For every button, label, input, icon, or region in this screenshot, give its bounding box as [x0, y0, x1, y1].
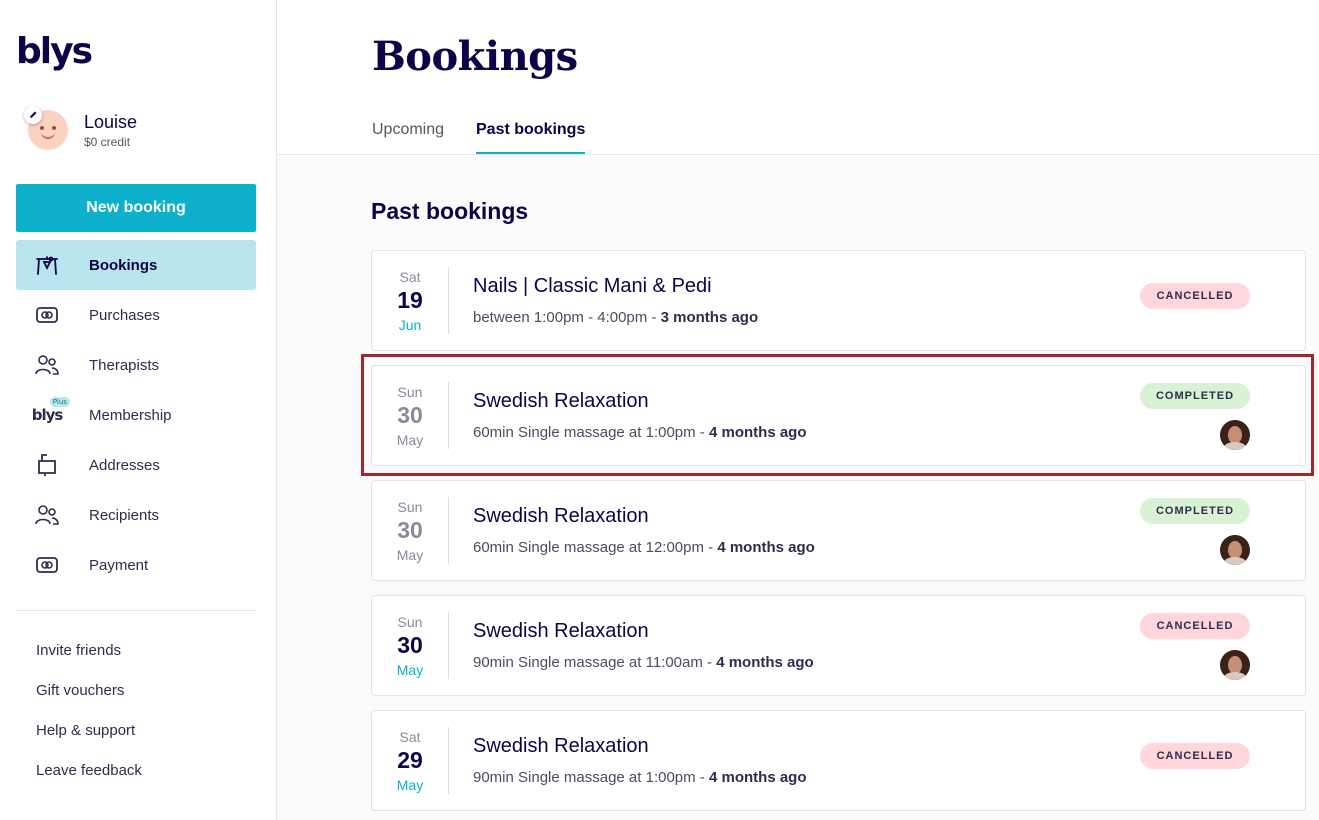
therapist-avatar[interactable]	[1220, 420, 1250, 450]
user-profile[interactable]: Louise $0 credit	[24, 106, 264, 152]
booking-weekday: Sat	[399, 729, 421, 745]
purchases-icon	[34, 302, 60, 328]
booking-month: May	[396, 662, 424, 678]
main-content: Bookings Upcoming Past bookings Past boo…	[277, 0, 1319, 820]
blys-plus-logo-text: blys	[31, 406, 64, 424]
date-separator	[448, 612, 449, 679]
booking-ago: 4 months ago	[716, 654, 814, 671]
booking-date: Sun 30 May	[372, 596, 448, 695]
booking-weekday: Sun	[397, 614, 423, 630]
booking-weekday: Sun	[397, 384, 423, 400]
booking-date: Sat 19 Jun	[372, 251, 448, 350]
new-booking-button[interactable]: New booking	[16, 184, 256, 232]
booking-day: 30	[397, 517, 423, 543]
sidebar-item-payment[interactable]: Payment	[16, 540, 256, 590]
booking-date: Sun 30 May	[372, 481, 448, 580]
booking-date: Sat 29 May	[372, 711, 448, 810]
sidebar-footer-links: Invite friends Gift vouchers Help & supp…	[36, 640, 142, 800]
booking-month: Jun	[398, 317, 422, 333]
bookings-content: Past bookings Sat 19 Jun Nails | Classic…	[277, 156, 1319, 820]
invite-friends-link[interactable]: Invite friends	[36, 640, 142, 680]
tab-upcoming[interactable]: Upcoming	[372, 121, 444, 154]
booking-title: Swedish Relaxation	[473, 735, 649, 757]
sidebar-item-bookings[interactable]: Bookings	[16, 240, 256, 290]
date-separator	[448, 727, 449, 794]
booking-month: May	[396, 777, 424, 793]
status-badge: COMPLETED	[1140, 383, 1250, 409]
booking-month: May	[396, 432, 424, 448]
status-badge: COMPLETED	[1140, 498, 1250, 524]
booking-detail: 60min Single massage at 1:00pm - 4 month…	[473, 424, 807, 441]
sidebar-item-label: Purchases	[89, 306, 160, 324]
section-title: Past bookings	[371, 198, 529, 224]
booking-date: Sun 30 May	[372, 366, 448, 465]
blys-logo[interactable]: blys	[16, 30, 93, 74]
booking-card[interactable]: Sat 19 Jun Nails | Classic Mani & Pedi b…	[371, 250, 1306, 351]
booking-card[interactable]: Sat 29 May Swedish Relaxation 90min Sing…	[371, 710, 1306, 811]
booking-day: 30	[397, 402, 423, 428]
gift-vouchers-link[interactable]: Gift vouchers	[36, 680, 142, 720]
sidebar-item-membership[interactable]: blys Plus Membership	[16, 390, 256, 440]
sidebar-item-label: Recipients	[89, 506, 160, 524]
sidebar-item-label: Therapists	[89, 356, 160, 374]
sidebar-nav: Bookings Purchases Therapists blys Plus M…	[16, 240, 256, 590]
date-separator	[448, 267, 449, 334]
status-badge: CANCELLED	[1140, 283, 1250, 309]
booking-title: Nails | Classic Mani & Pedi	[473, 275, 712, 297]
sidebar: blys Louise $0 credit New booking Bookin…	[0, 0, 277, 820]
tab-past-bookings[interactable]: Past bookings	[476, 121, 586, 154]
sidebar-item-therapists[interactable]: Therapists	[16, 340, 256, 390]
leave-feedback-link[interactable]: Leave feedback	[36, 760, 142, 800]
recipients-icon	[34, 502, 60, 528]
sidebar-item-label: Membership	[89, 406, 172, 424]
booking-card[interactable]: Sun 30 May Swedish Relaxation 90min Sing…	[371, 595, 1306, 696]
booking-day: 29	[397, 747, 423, 773]
therapist-avatar[interactable]	[1220, 535, 1250, 565]
booking-ago: 3 months ago	[660, 309, 759, 326]
user-credit: $0 credit	[84, 135, 131, 149]
booking-ago: 4 months ago	[708, 424, 807, 441]
page-title: Bookings	[372, 33, 578, 80]
status-badge: CANCELLED	[1140, 613, 1250, 639]
booking-ago: 4 months ago	[708, 769, 807, 786]
plus-tag: Plus	[49, 397, 70, 407]
booking-title: Swedish Relaxation	[473, 620, 649, 642]
booking-month: May	[396, 547, 424, 563]
booking-card[interactable]: Sun 30 May Swedish Relaxation 60min Sing…	[371, 480, 1306, 581]
date-separator	[448, 382, 449, 449]
booking-weekday: Sat	[399, 269, 421, 285]
booking-detail: 90min Single massage at 1:00pm - 4 month…	[473, 769, 807, 786]
booking-day: 19	[397, 287, 423, 313]
booking-weekday: Sun	[397, 499, 423, 515]
mailbox-icon	[34, 452, 60, 478]
sidebar-item-label: Bookings	[89, 256, 158, 274]
payment-icon	[34, 552, 60, 578]
booking-day: 30	[397, 632, 423, 658]
blys-plus-icon: blys Plus	[31, 397, 70, 428]
booking-ago: 4 months ago	[717, 539, 815, 556]
date-separator	[448, 497, 449, 564]
booking-detail: 90min Single massage at 11:00am - 4 mont…	[473, 654, 814, 671]
sidebar-item-recipients[interactable]: Recipients	[16, 490, 256, 540]
edit-avatar-icon[interactable]	[24, 106, 42, 124]
booking-title: Swedish Relaxation	[473, 390, 649, 412]
booking-card[interactable]: Sun 30 May Swedish Relaxation 60min Sing…	[371, 365, 1306, 466]
sidebar-item-label: Payment	[89, 556, 149, 574]
sidebar-item-label: Addresses	[89, 456, 160, 474]
therapists-icon	[34, 352, 60, 378]
sidebar-divider	[16, 610, 256, 611]
status-badge: CANCELLED	[1140, 743, 1250, 769]
page-header: Bookings Upcoming Past bookings	[277, 0, 1319, 155]
user-name: Louise	[84, 112, 138, 132]
bookings-icon	[34, 252, 60, 278]
sidebar-item-purchases[interactable]: Purchases	[16, 290, 256, 340]
help-support-link[interactable]: Help & support	[36, 720, 142, 760]
booking-detail: 60min Single massage at 12:00pm - 4 mont…	[473, 539, 815, 556]
sidebar-item-addresses[interactable]: Addresses	[16, 440, 256, 490]
booking-title: Swedish Relaxation	[473, 505, 649, 527]
booking-detail: between 1:00pm - 4:00pm - 3 months ago	[473, 309, 759, 326]
therapist-avatar[interactable]	[1220, 650, 1250, 680]
